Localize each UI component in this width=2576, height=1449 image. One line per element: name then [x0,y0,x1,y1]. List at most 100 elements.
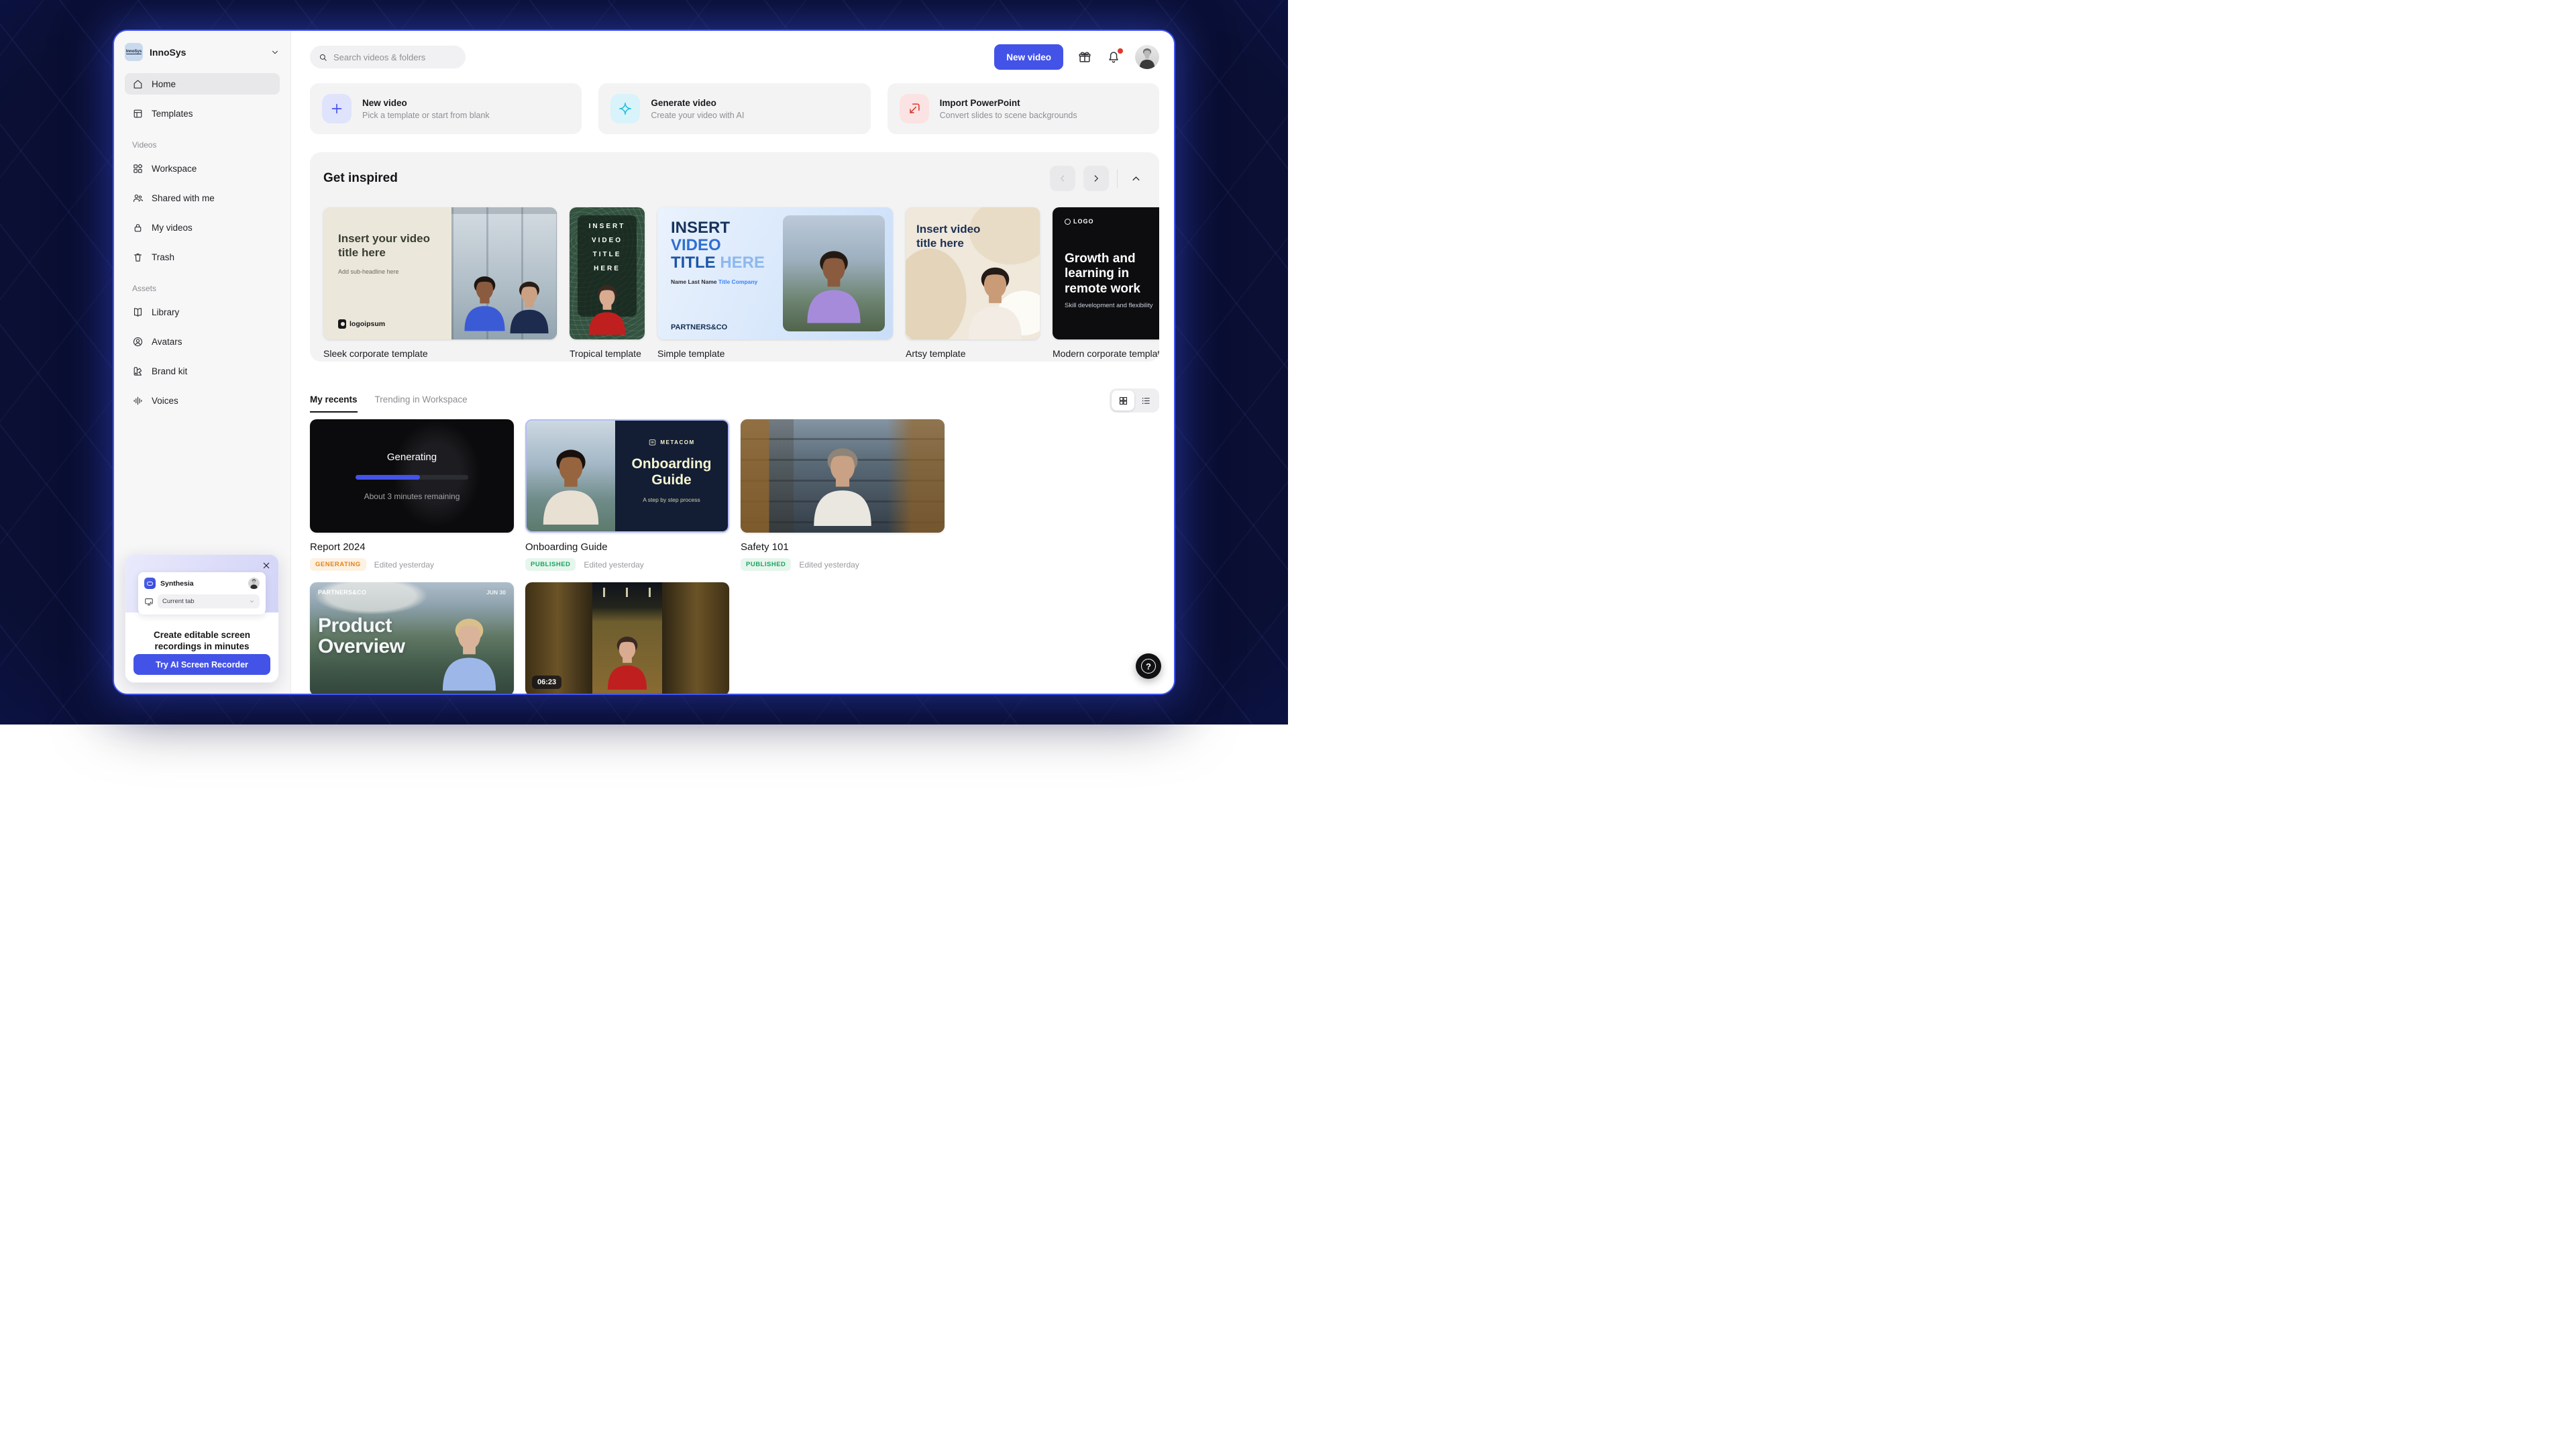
workspace-switcher[interactable]: InnoSys InnoSys [125,43,280,61]
video-title: Report 2024 [310,541,514,553]
edited-label: Edited yesterday [799,560,859,570]
templates-icon [132,108,144,119]
sidebar: InnoSys InnoSys Home Templates Videos Wo… [114,31,291,694]
sidebar-section-assets: Assets [132,284,280,293]
template-label: Modern corporate template [1053,348,1159,359]
list-icon [1141,396,1151,406]
metacom-logo: METACOM [648,438,694,447]
recents-header: My recents Trending in Workspace [310,388,1159,413]
get-inspired-title: Get inspired [323,171,398,186]
workspace-name: InnoSys [150,47,264,58]
video-thumbnail[interactable] [741,419,945,533]
notifications-bell-icon[interactable] [1106,50,1121,64]
video-thumbnail[interactable]: METACOM Onboarding Guide A step by step … [525,419,729,533]
sidebar-item-avatars[interactable]: Avatars [125,331,280,352]
video-card-safety-101[interactable]: Safety 101 PUBLISHED Edited yesterday [741,419,945,571]
recents-grid: Generating About 3 minutes remaining Rep… [310,419,1159,694]
carousel-next-button[interactable] [1083,166,1109,191]
home-icon [132,78,144,90]
user-avatar[interactable] [1135,45,1159,69]
progress-bar [356,475,468,480]
avatar-icon [132,336,144,347]
progress-fill [356,475,420,480]
template-carousel: Insert your video title here Add sub-hea… [323,207,1159,359]
promo-avatar [248,578,260,589]
status-badge: PUBLISHED [525,558,576,571]
divider [1117,169,1118,188]
template-label: Simple template [657,348,893,359]
quick-actions: New video Pick a template or start from … [310,83,1159,134]
sidebar-item-trash[interactable]: Trash [125,246,280,268]
logoipsum-logo: logoipsum [338,319,385,329]
search-input[interactable] [333,52,458,62]
desktop-background: InnoSys InnoSys Home Templates Videos Wo… [0,0,1288,724]
video-thumbnail[interactable]: 06:23 [525,582,729,694]
quick-import-powerpoint[interactable]: Import PowerPoint Convert slides to scen… [888,83,1159,134]
template-card-tropical[interactable]: INSERT VIDEO TITLE HERE Tropical templat… [570,207,645,359]
template-label: Tropical template [570,348,645,359]
video-card-onboarding-guide[interactable]: METACOM Onboarding Guide A step by step … [525,419,729,571]
search-icon [318,52,328,62]
quick-new-video[interactable]: New video Pick a template or start from … [310,83,582,134]
grid-view-button[interactable] [1112,390,1134,411]
status-badge: GENERATING [310,558,366,571]
template-card-artsy[interactable]: Insert video title here Artsy template [906,207,1040,359]
sparkle-icon [610,94,640,123]
brand-kit-icon [132,366,144,377]
chevron-right-icon [1091,174,1101,183]
get-inspired-panel: Get inspired [310,152,1159,362]
video-thumbnail[interactable]: PARTNERS&CO JUN 30 Product Overview [310,582,514,694]
edited-label: Edited yesterday [374,560,434,570]
search-box[interactable] [310,46,466,68]
notification-dot [1118,48,1123,54]
tab-my-recents[interactable]: My recents [310,394,358,413]
sidebar-item-shared-with-me[interactable]: Shared with me [125,187,280,209]
sidebar-item-workspace[interactable]: Workspace [125,158,280,179]
template-label: Sleek corporate template [323,348,557,359]
template-card-simple[interactable]: INSERT VIDEO TITLE HERE Name Last Name T… [657,207,893,359]
grid-icon [1118,396,1128,406]
logo-mark: LOGO [1065,218,1159,225]
app-window: InnoSys InnoSys Home Templates Videos Wo… [113,30,1175,695]
screen-recorder-promo: Synthesia Current tab Create editable sc… [125,554,279,683]
main-content: New video [291,31,1174,694]
sidebar-item-home[interactable]: Home [125,73,280,95]
collapse-section-button[interactable] [1126,168,1146,189]
quick-generate-video[interactable]: Generate video Create your video with AI [598,83,870,134]
carousel-prev-button[interactable] [1050,166,1075,191]
book-icon [132,307,144,318]
sidebar-item-templates[interactable]: Templates [125,103,280,124]
trash-icon [132,252,144,263]
lock-icon [132,222,144,233]
new-video-button[interactable]: New video [994,44,1063,70]
workspace-logo: InnoSys [125,43,143,61]
template-card-modern[interactable]: LOGO Growth and learning in remote work … [1053,207,1159,359]
gift-icon[interactable] [1077,50,1092,64]
sidebar-item-voices[interactable]: Voices [125,390,280,411]
chevron-left-icon [1058,174,1067,183]
tab-trending-in-workspace[interactable]: Trending in Workspace [375,394,468,413]
help-button[interactable]: ? [1136,653,1161,679]
plus-icon [322,94,352,123]
video-thumbnail[interactable]: Generating About 3 minutes remaining [310,419,514,533]
video-card-grocery[interactable]: 06:23 [525,582,729,694]
list-view-button[interactable] [1134,390,1157,411]
template-card-sleek[interactable]: Insert your video title here Add sub-hea… [323,207,557,359]
video-card-report-2024[interactable]: Generating About 3 minutes remaining Rep… [310,419,514,571]
close-icon[interactable] [261,560,272,571]
view-toggle [1110,388,1159,413]
sidebar-item-brand-kit[interactable]: Brand kit [125,360,280,382]
chevron-down-icon [270,48,280,57]
chevron-up-icon [1131,174,1141,184]
question-mark-icon: ? [1141,659,1156,674]
synthesia-logo-icon [144,578,156,589]
workspace-icon [132,163,144,174]
video-card-product-overview[interactable]: PARTNERS&CO JUN 30 Product Overview Prod… [310,582,514,694]
voice-waveform-icon [132,395,144,407]
sidebar-item-my-videos[interactable]: My videos [125,217,280,238]
try-screen-recorder-button[interactable]: Try AI Screen Recorder [133,654,270,675]
promo-app-name: Synthesia [160,580,244,588]
template-label: Artsy template [906,348,1040,359]
sidebar-item-library[interactable]: Library [125,301,280,323]
capture-source-select[interactable]: Current tab [158,594,260,608]
